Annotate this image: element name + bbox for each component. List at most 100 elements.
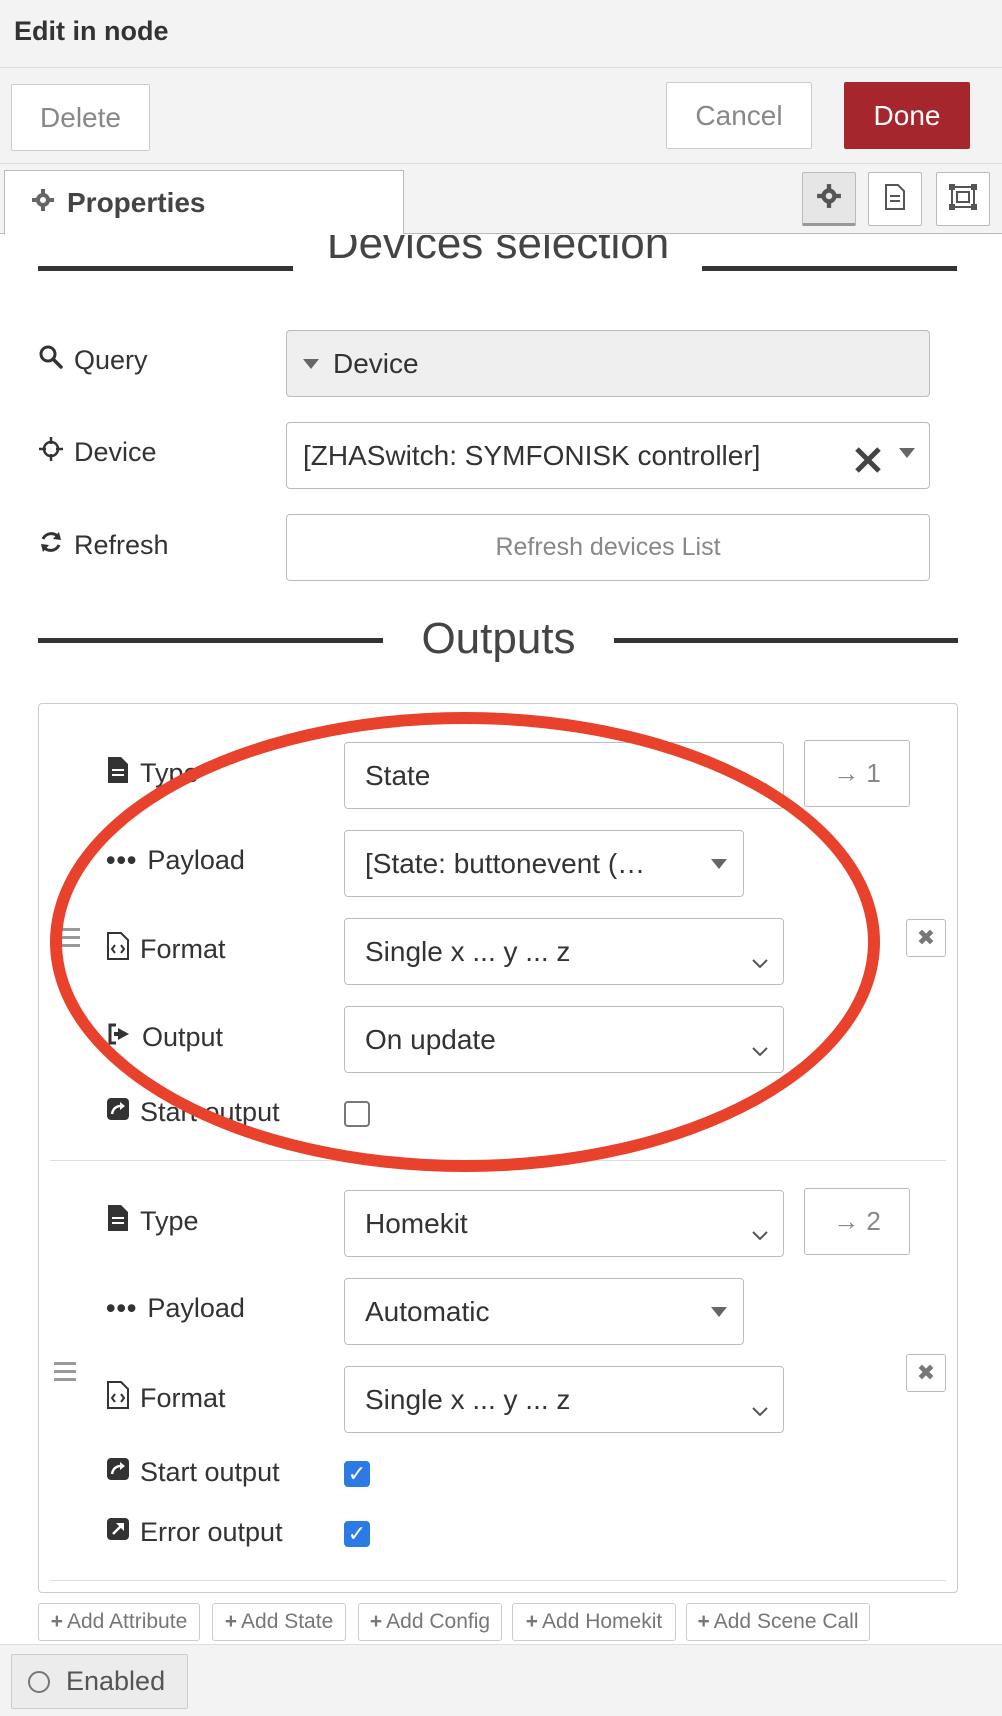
plus-icon: +: [50, 1610, 63, 1633]
gear-icon: [816, 183, 842, 214]
refresh-icon: [38, 529, 64, 562]
caret-down-icon: [899, 447, 915, 458]
query-label-group: Query: [38, 344, 148, 377]
clear-icon[interactable]: [853, 445, 883, 482]
payload-value: Automatic: [365, 1295, 490, 1327]
format-label: Format: [140, 934, 226, 964]
payload-select[interactable]: Automatic: [344, 1278, 744, 1345]
device-label: Device: [74, 437, 157, 467]
query-select[interactable]: Device: [286, 330, 930, 397]
remove-output-icon[interactable]: ✖: [906, 919, 946, 957]
share-icon: [106, 1097, 130, 1128]
plus-icon: +: [697, 1610, 710, 1633]
delete-button[interactable]: Delete: [11, 84, 150, 151]
add-config-button[interactable]: + Add Config: [358, 1603, 502, 1641]
output-row-label: Start output: [106, 1097, 280, 1128]
payload-select[interactable]: [State: buttonevent (…: [344, 830, 744, 897]
chevron-down-icon: [751, 1393, 769, 1425]
payload-label: Payload: [147, 845, 245, 875]
add-attribute-button[interactable]: + Add Attribute: [38, 1603, 200, 1641]
tab-appearance-button[interactable]: [936, 172, 990, 226]
node-frame-icon: [948, 183, 978, 216]
type-select[interactable]: Homekit: [344, 1190, 784, 1257]
chevron-down-icon: [751, 1033, 769, 1065]
output-row-label: Format: [106, 932, 226, 967]
format-value: Single x ... y ... z: [365, 1383, 571, 1415]
tray-title: Edit in node: [14, 16, 169, 46]
format-label: Format: [140, 1383, 226, 1413]
error-output-checkbox[interactable]: ✓: [344, 1521, 370, 1547]
document-icon: [883, 183, 907, 216]
code-file-icon: [106, 932, 130, 967]
add-homekit-label: Add Homekit: [542, 1610, 663, 1633]
share-icon: [106, 1457, 130, 1488]
radio-icon: [28, 1670, 50, 1693]
output-row-label: Type: [106, 756, 199, 791]
start-output-checkbox[interactable]: [344, 1101, 370, 1127]
format-select[interactable]: Single x ... y ... z: [344, 918, 784, 985]
type-value: State: [365, 759, 431, 791]
payload-value: [State: buttonevent (…: [365, 847, 646, 879]
device-label-group: Device: [38, 436, 157, 469]
ellipsis-icon: •••: [106, 845, 138, 875]
output-mode-select[interactable]: On update: [344, 1006, 784, 1073]
plus-icon: +: [369, 1610, 383, 1633]
drag-handle-icon[interactable]: [58, 928, 80, 952]
output-row-label: ••• Payload: [106, 845, 245, 876]
file-icon: [106, 756, 130, 791]
tab-properties[interactable]: Properties: [4, 170, 404, 235]
device-select[interactable]: [ZHASwitch: SYMFONISK controller]: [286, 422, 930, 489]
gear-icon: [31, 187, 55, 219]
payload-label: Payload: [147, 1293, 245, 1323]
start-output-label: Start output: [140, 1457, 280, 1487]
tab-settings-button[interactable]: [802, 172, 856, 226]
section-divider-right: [614, 638, 958, 643]
output-row-label: Error output: [106, 1517, 283, 1548]
type-select[interactable]: State: [344, 742, 784, 809]
section-divider-left: [38, 638, 383, 643]
file-icon: [106, 1204, 130, 1239]
chevron-down-icon: [751, 769, 769, 801]
output-value: On update: [365, 1023, 496, 1055]
device-value: [ZHASwitch: SYMFONISK controller]: [303, 439, 761, 471]
output-row-label: Start output: [106, 1457, 280, 1488]
output-divider: [50, 1580, 946, 1581]
enabled-label: Enabled: [66, 1666, 166, 1696]
search-icon: [38, 344, 64, 377]
add-homekit-button[interactable]: + Add Homekit: [512, 1603, 676, 1641]
output-row-label: ••• Payload: [106, 1293, 245, 1324]
type-value: Homekit: [365, 1207, 468, 1239]
query-value: Device: [333, 347, 419, 379]
output-row-label: Output: [106, 1021, 223, 1054]
chevron-down-icon: [751, 945, 769, 977]
output-row-label: Type: [106, 1204, 199, 1239]
done-button[interactable]: Done: [844, 82, 970, 149]
add-state-button[interactable]: + Add State: [212, 1603, 346, 1641]
caret-down-icon: [303, 358, 319, 369]
tab-description-button[interactable]: [868, 172, 922, 226]
cancel-button[interactable]: Cancel: [666, 82, 812, 149]
drag-handle-icon[interactable]: [54, 1362, 76, 1386]
add-state-label: Add State: [241, 1610, 334, 1633]
external-link-icon: [106, 1517, 130, 1548]
remove-output-icon[interactable]: ✖: [906, 1354, 946, 1392]
format-select[interactable]: Single x ... y ... z: [344, 1366, 784, 1433]
start-output-checkbox[interactable]: ✓: [344, 1461, 370, 1487]
code-file-icon: [106, 1381, 130, 1416]
plus-icon: +: [525, 1610, 539, 1633]
output-divider: [50, 1160, 946, 1161]
add-scene-call-button[interactable]: + Add Scene Call: [686, 1603, 870, 1641]
add-attribute-label: Add Attribute: [67, 1610, 188, 1633]
tab-properties-label: Properties: [67, 186, 206, 218]
enabled-toggle[interactable]: Enabled: [11, 1654, 188, 1709]
refresh-devices-button[interactable]: Refresh devices List: [286, 514, 930, 581]
output-port-label: → 1: [804, 740, 910, 807]
chevron-down-icon: [751, 1217, 769, 1249]
add-scene-call-label: Add Scene Call: [713, 1610, 859, 1633]
type-label: Type: [140, 1206, 199, 1236]
start-output-label: Start output: [140, 1097, 280, 1127]
output-port-label: → 2: [804, 1188, 910, 1255]
output-row-label: Format: [106, 1381, 226, 1416]
format-value: Single x ... y ... z: [365, 935, 571, 967]
crosshair-icon: [38, 436, 64, 469]
